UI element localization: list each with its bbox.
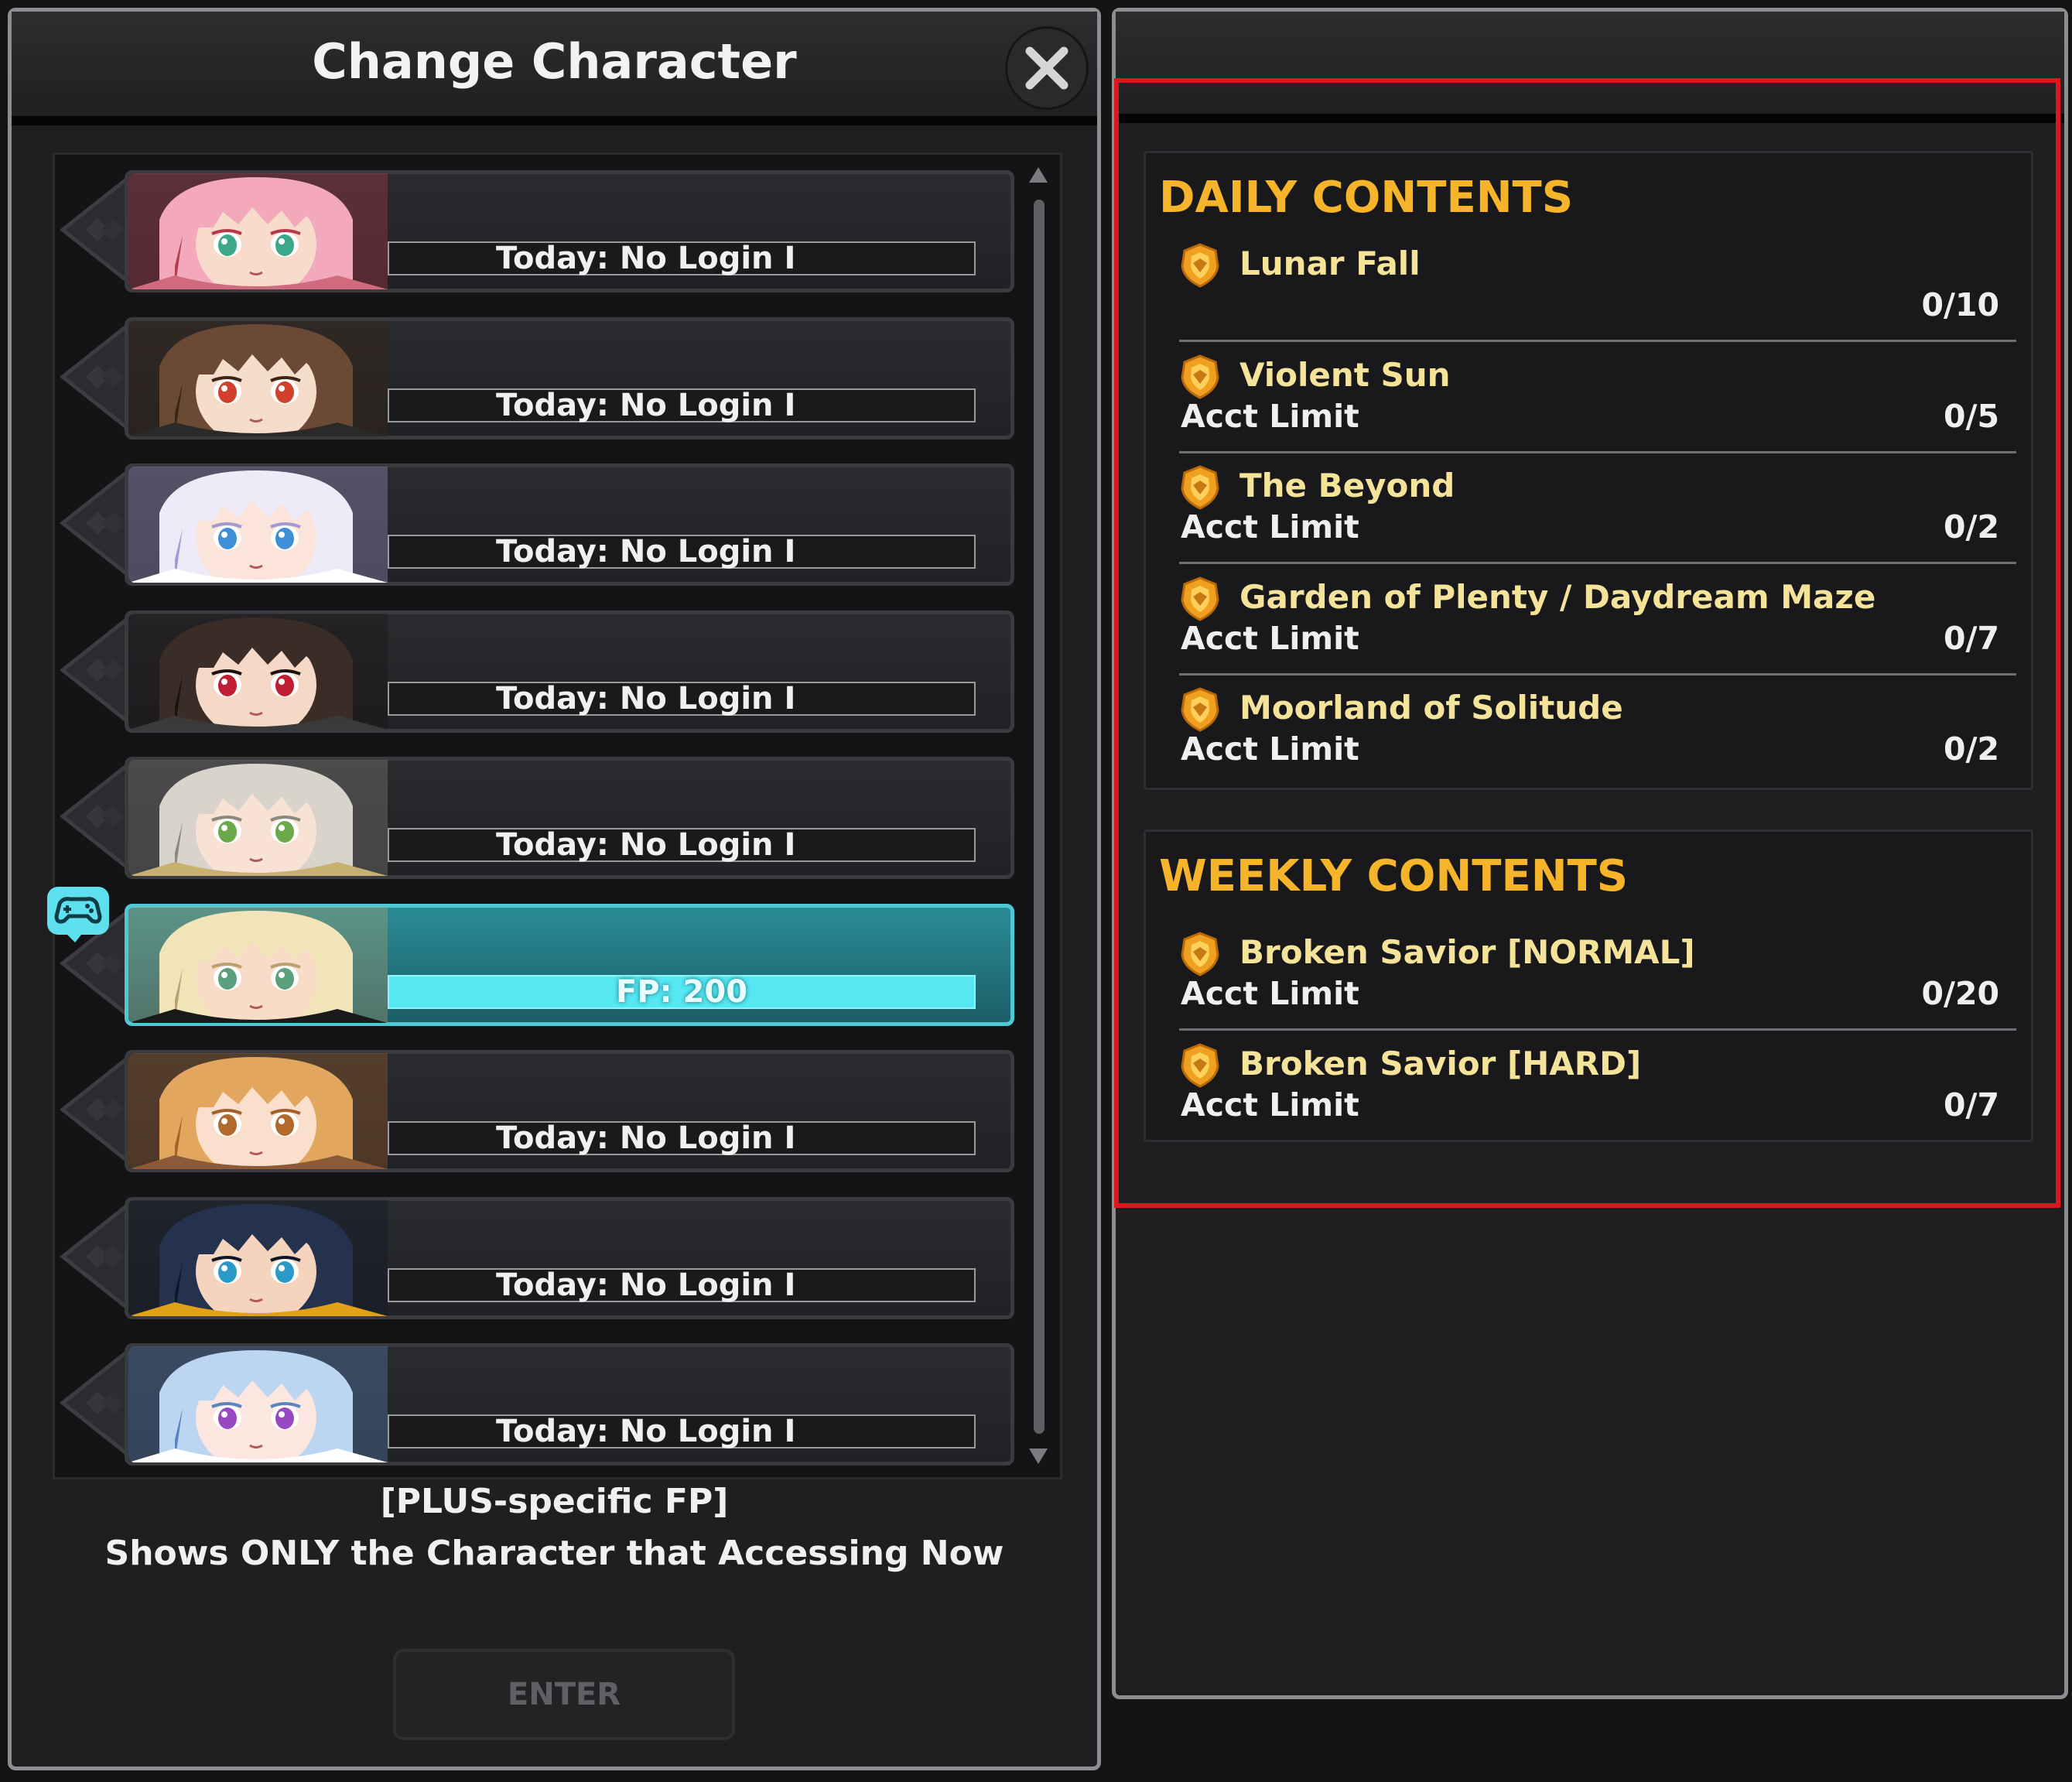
- character-portrait: [128, 1053, 388, 1169]
- close-icon: [1025, 46, 1068, 90]
- character-slot[interactable]: Today: No Login I: [55, 751, 1022, 882]
- enter-button[interactable]: ENTER: [393, 1649, 735, 1740]
- character-portrait: [128, 173, 388, 289]
- gamepad-icon: [47, 886, 109, 942]
- arrow-up-icon[interactable]: [1027, 162, 1050, 186]
- scroll-thumb[interactable]: [1034, 200, 1045, 1434]
- character-portrait-image: [128, 906, 388, 1023]
- login-status: Today: No Login I: [496, 680, 796, 717]
- login-status: Today: No Login I: [496, 1120, 796, 1156]
- login-status: Today: No Login I: [496, 241, 796, 276]
- character-portrait-image: [128, 1053, 388, 1169]
- login-status: Today: No Login I: [496, 827, 796, 863]
- character-slot[interactable]: Today: No Login I: [55, 164, 1022, 296]
- arrow-down-icon[interactable]: [1027, 1445, 1050, 1469]
- character-portrait-image: [128, 467, 388, 583]
- dialog-title: Change Character: [312, 33, 797, 90]
- character-portrait: [128, 760, 388, 876]
- change-character-dialog: Change Character Today: No Login I Today…: [8, 8, 1101, 1770]
- scrollbar[interactable]: [1027, 162, 1050, 1470]
- character-portrait-image: [128, 613, 388, 730]
- character-portrait: [128, 1199, 388, 1316]
- character-portrait: [128, 906, 388, 1023]
- character-slot[interactable]: Today: No Login I: [55, 311, 1022, 443]
- character-slot[interactable]: Today: No Login I: [55, 604, 1022, 736]
- login-status: Today: No Login I: [496, 1414, 796, 1449]
- character-portrait: [128, 1346, 388, 1462]
- character-slot[interactable]: Today: No Login I: [55, 1337, 1022, 1469]
- plus-fp-note-text: Shows ONLY the Character that Accessing …: [104, 1534, 1004, 1573]
- character-portrait-image: [128, 173, 388, 289]
- plus-fp-note-title: [PLUS-specific FP]: [380, 1482, 729, 1521]
- character-portrait-image: [128, 320, 388, 436]
- fp-value: FP: 200: [615, 973, 748, 1010]
- highlight-box: [1114, 78, 2060, 1208]
- character-slot[interactable]: Today: No Login I: [55, 1191, 1022, 1322]
- character-slot[interactable]: Today: No Login I: [55, 457, 1022, 589]
- close-button[interactable]: [1005, 26, 1089, 110]
- login-status: Today: No Login I: [496, 1267, 796, 1303]
- character-portrait-image: [128, 1199, 388, 1316]
- character-portrait-image: [128, 760, 388, 876]
- character-portrait: [128, 467, 388, 583]
- character-portrait-image: [128, 1346, 388, 1462]
- character-slot-selected[interactable]: FP: 200: [47, 886, 1022, 1029]
- character-slot[interactable]: Today: No Login I: [55, 1044, 1022, 1175]
- character-portrait: [128, 320, 388, 436]
- character-list[interactable]: Today: No Login I Today: No Login I Toda…: [47, 152, 1062, 1479]
- character-portrait: [128, 613, 388, 730]
- login-status: Today: No Login I: [496, 387, 796, 423]
- login-status: Today: No Login I: [496, 534, 796, 569]
